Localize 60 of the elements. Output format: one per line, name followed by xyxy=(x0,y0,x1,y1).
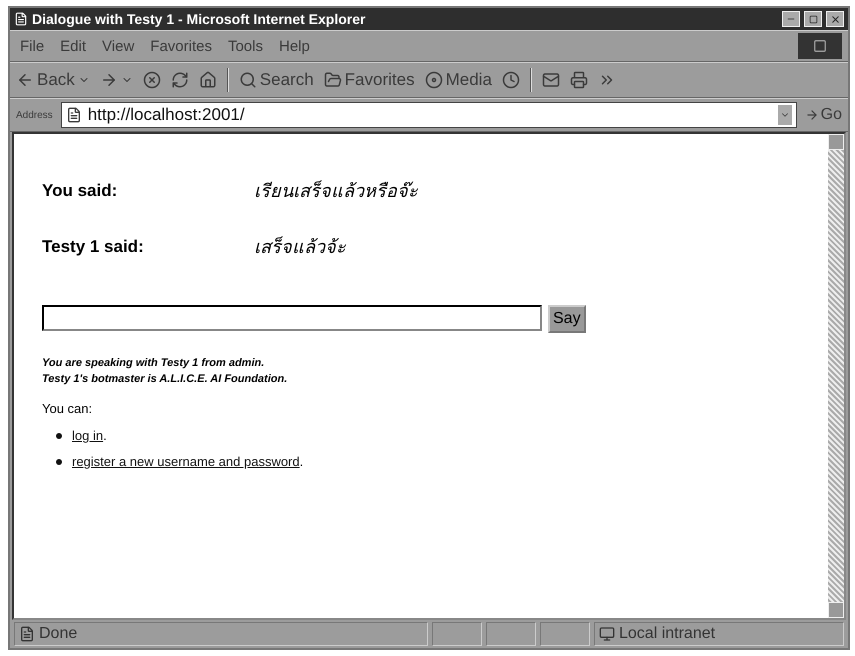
dropdown-button[interactable] xyxy=(778,105,792,125)
status-pane xyxy=(486,622,536,646)
menu-item[interactable]: Tools xyxy=(224,36,267,56)
clock-icon xyxy=(502,71,520,89)
disc-icon xyxy=(424,71,443,89)
close-icon xyxy=(830,14,840,24)
status-text: Done xyxy=(39,625,78,643)
say-button[interactable]: Say xyxy=(548,305,586,333)
favorites-button[interactable]: Favorites xyxy=(324,70,415,90)
stop-button[interactable] xyxy=(142,71,161,89)
window-title: Dialogue with Testy 1 - Microsoft Internet Explorer xyxy=(32,11,366,27)
period-text: . xyxy=(300,454,304,469)
media-button[interactable]: Media xyxy=(424,70,492,90)
address-field[interactable]: http://localhost:2001/ xyxy=(60,102,797,128)
mail-icon xyxy=(542,71,560,89)
scrollbar[interactable] xyxy=(828,134,844,618)
menu-item[interactable]: Favorites xyxy=(146,36,216,56)
option-link[interactable]: log in xyxy=(72,428,104,443)
maximize-icon xyxy=(808,14,818,24)
maximize-button[interactable] xyxy=(804,11,822,27)
zone-text: Local intranet xyxy=(619,625,716,643)
menu-item[interactable]: Edit xyxy=(56,36,90,56)
message-text: เสร็จแล้วจ้ะ xyxy=(254,235,346,259)
address-label: Address xyxy=(16,110,53,120)
home-icon xyxy=(198,71,217,89)
page-icon xyxy=(19,626,35,642)
speaker-label: Testy 1 said: xyxy=(42,236,145,256)
minimize-button[interactable] xyxy=(782,11,800,27)
history-button[interactable] xyxy=(502,71,520,89)
message-text: เรียนเสร็จแล้วหรือจ๊ะ xyxy=(254,179,418,203)
print-button[interactable] xyxy=(570,71,588,89)
menu-item[interactable]: File xyxy=(16,36,48,56)
menu-item[interactable]: Help xyxy=(275,36,314,56)
period-text: . xyxy=(103,428,107,443)
info-text: Testy 1's botmaster is A.L.I.C.E. AI Foundation. xyxy=(42,372,288,387)
search-icon xyxy=(238,71,257,89)
printer-icon xyxy=(570,71,588,89)
page-icon xyxy=(66,107,82,123)
refresh-button[interactable] xyxy=(170,71,189,89)
you-can-text: You can: xyxy=(42,401,94,416)
search-button[interactable]: Search xyxy=(238,70,314,90)
option-link[interactable]: register a new username and password xyxy=(72,454,300,469)
stop-icon xyxy=(142,71,161,89)
menu-item[interactable]: View xyxy=(98,36,138,56)
speaker-label: You said: xyxy=(42,180,118,200)
page-icon xyxy=(14,12,28,26)
input-field[interactable] xyxy=(42,305,542,331)
bullet-icon xyxy=(56,458,62,464)
folder-icon xyxy=(324,71,342,89)
status-pane xyxy=(540,622,590,646)
status-pane xyxy=(432,622,482,646)
refresh-icon xyxy=(170,71,189,89)
close-button[interactable] xyxy=(826,11,844,27)
back-button[interactable]: Back xyxy=(16,70,90,90)
mail-button[interactable] xyxy=(542,71,560,89)
computer-icon xyxy=(599,626,615,642)
info-text: You are speaking with Testy 1 from admin. xyxy=(42,356,266,371)
home-button[interactable] xyxy=(198,71,217,89)
go-button[interactable]: Go xyxy=(804,106,842,124)
bullet-icon xyxy=(56,432,62,438)
